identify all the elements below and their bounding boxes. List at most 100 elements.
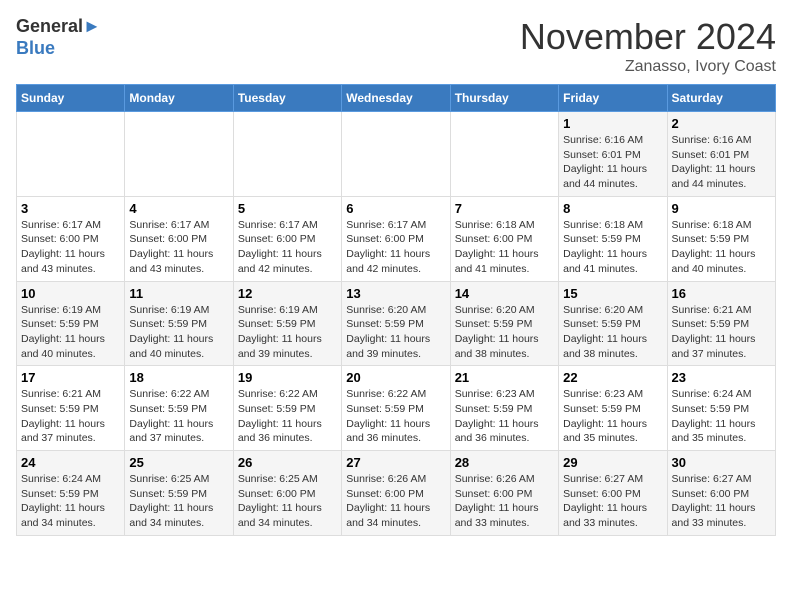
calendar-cell: 26 Sunrise: 6:25 AM Sunset: 6:00 PM Dayli… [233,451,341,536]
calendar-cell: 3 Sunrise: 6:17 AM Sunset: 6:00 PM Daylig… [17,196,125,281]
calendar-cell [450,112,558,197]
calendar-cell: 24 Sunrise: 6:24 AM Sunset: 5:59 PM Dayli… [17,451,125,536]
day-info: Sunrise: 6:18 AM Sunset: 5:59 PM Dayligh… [672,218,771,277]
calendar-cell: 16 Sunrise: 6:21 AM Sunset: 5:59 PM Dayli… [667,281,775,366]
calendar-cell: 11 Sunrise: 6:19 AM Sunset: 5:59 PM Dayli… [125,281,233,366]
day-info: Sunrise: 6:16 AM Sunset: 6:01 PM Dayligh… [563,133,662,192]
day-number: 21 [455,370,554,385]
day-info: Sunrise: 6:21 AM Sunset: 5:59 PM Dayligh… [21,387,120,446]
day-number: 28 [455,455,554,470]
day-info: Sunrise: 6:25 AM Sunset: 6:00 PM Dayligh… [238,472,337,531]
day-info: Sunrise: 6:27 AM Sunset: 6:00 PM Dayligh… [563,472,662,531]
day-number: 17 [21,370,120,385]
calendar-cell: 17 Sunrise: 6:21 AM Sunset: 5:59 PM Dayli… [17,366,125,451]
calendar-table: SundayMondayTuesdayWednesdayThursdayFrid… [16,84,776,536]
day-number: 30 [672,455,771,470]
day-info: Sunrise: 6:17 AM Sunset: 6:00 PM Dayligh… [238,218,337,277]
month-title: November 2024 [520,16,776,58]
calendar-cell: 12Sunrise: 6:19 AM Sunset: 5:59 PM Dayli… [233,281,341,366]
calendar-cell: 13 Sunrise: 6:20 AM Sunset: 5:59 PM Dayli… [342,281,450,366]
day-number: 29 [563,455,662,470]
weekday-header: Monday [125,85,233,112]
day-info: Sunrise: 6:20 AM Sunset: 5:59 PM Dayligh… [455,303,554,362]
day-info: Sunrise: 6:20 AM Sunset: 5:59 PM Dayligh… [346,303,445,362]
day-info: Sunrise: 6:27 AM Sunset: 6:00 PM Dayligh… [672,472,771,531]
calendar-cell [17,112,125,197]
day-number: 14 [455,286,554,301]
day-info: Sunrise: 6:24 AM Sunset: 5:59 PM Dayligh… [672,387,771,446]
day-number: 3 [21,201,120,216]
calendar-cell: 14 Sunrise: 6:20 AM Sunset: 5:59 PM Dayli… [450,281,558,366]
weekday-header: Thursday [450,85,558,112]
calendar-cell: 1 Sunrise: 6:16 AM Sunset: 6:01 PM Daylig… [559,112,667,197]
calendar-cell: 30 Sunrise: 6:27 AM Sunset: 6:00 PM Dayli… [667,451,775,536]
weekday-header-row: SundayMondayTuesdayWednesdayThursdayFrid… [17,85,776,112]
weekday-header: Tuesday [233,85,341,112]
day-number: 20 [346,370,445,385]
day-number: 26 [238,455,337,470]
day-info: Sunrise: 6:17 AM Sunset: 6:00 PM Dayligh… [21,218,120,277]
day-number: 15 [563,286,662,301]
day-number: 11 [129,286,228,301]
day-number: 18 [129,370,228,385]
day-info: Sunrise: 6:19 AM Sunset: 5:59 PM Dayligh… [129,303,228,362]
calendar-cell: 21Sunrise: 6:23 AM Sunset: 5:59 PM Dayli… [450,366,558,451]
day-info: Sunrise: 6:16 AM Sunset: 6:01 PM Dayligh… [672,133,771,192]
title-block: November 2024 Zanasso, Ivory Coast [520,16,776,76]
calendar-week-row: 1 Sunrise: 6:16 AM Sunset: 6:01 PM Daylig… [17,112,776,197]
calendar-cell: 8 Sunrise: 6:18 AM Sunset: 5:59 PM Daylig… [559,196,667,281]
calendar-cell: 28 Sunrise: 6:26 AM Sunset: 6:00 PM Dayli… [450,451,558,536]
day-info: Sunrise: 6:20 AM Sunset: 5:59 PM Dayligh… [563,303,662,362]
day-info: Sunrise: 6:22 AM Sunset: 5:59 PM Dayligh… [346,387,445,446]
day-info: Sunrise: 6:25 AM Sunset: 5:59 PM Dayligh… [129,472,228,531]
day-info: Sunrise: 6:17 AM Sunset: 6:00 PM Dayligh… [129,218,228,277]
calendar-cell: 7 Sunrise: 6:18 AM Sunset: 6:00 PM Daylig… [450,196,558,281]
day-number: 12 [238,286,337,301]
day-number: 10 [21,286,120,301]
day-info: Sunrise: 6:22 AM Sunset: 5:59 PM Dayligh… [238,387,337,446]
location: Zanasso, Ivory Coast [520,58,776,76]
day-number: 6 [346,201,445,216]
day-number: 7 [455,201,554,216]
day-number: 2 [672,116,771,131]
weekday-header: Wednesday [342,85,450,112]
calendar-cell: 27 Sunrise: 6:26 AM Sunset: 6:00 PM Dayli… [342,451,450,536]
calendar-cell [233,112,341,197]
calendar-cell: 18 Sunrise: 6:22 AM Sunset: 5:59 PM Dayli… [125,366,233,451]
logo: General► Blue [16,16,101,59]
calendar-cell: 25Sunrise: 6:25 AM Sunset: 5:59 PM Dayli… [125,451,233,536]
calendar-cell: 23 Sunrise: 6:24 AM Sunset: 5:59 PM Dayli… [667,366,775,451]
day-number: 1 [563,116,662,131]
day-number: 23 [672,370,771,385]
day-number: 27 [346,455,445,470]
calendar-cell: 2 Sunrise: 6:16 AM Sunset: 6:01 PM Daylig… [667,112,775,197]
calendar-week-row: 24 Sunrise: 6:24 AM Sunset: 5:59 PM Dayli… [17,451,776,536]
day-info: Sunrise: 6:22 AM Sunset: 5:59 PM Dayligh… [129,387,228,446]
weekday-header: Sunday [17,85,125,112]
calendar-cell [342,112,450,197]
day-number: 19 [238,370,337,385]
day-info: Sunrise: 6:21 AM Sunset: 5:59 PM Dayligh… [672,303,771,362]
calendar-cell: 22 Sunrise: 6:23 AM Sunset: 5:59 PM Dayli… [559,366,667,451]
day-number: 4 [129,201,228,216]
day-number: 13 [346,286,445,301]
calendar-week-row: 10 Sunrise: 6:19 AM Sunset: 5:59 PM Dayli… [17,281,776,366]
calendar-cell: 19 Sunrise: 6:22 AM Sunset: 5:59 PM Dayli… [233,366,341,451]
day-number: 16 [672,286,771,301]
day-number: 8 [563,201,662,216]
calendar-cell: 6 Sunrise: 6:17 AM Sunset: 6:00 PM Daylig… [342,196,450,281]
calendar-cell: 10Sunrise: 6:19 AM Sunset: 5:59 PM Dayli… [17,281,125,366]
day-number: 24 [21,455,120,470]
day-number: 22 [563,370,662,385]
day-info: Sunrise: 6:26 AM Sunset: 6:00 PM Dayligh… [455,472,554,531]
calendar-week-row: 17 Sunrise: 6:21 AM Sunset: 5:59 PM Dayli… [17,366,776,451]
weekday-header: Friday [559,85,667,112]
day-info: Sunrise: 6:23 AM Sunset: 5:59 PM Dayligh… [563,387,662,446]
calendar-cell: 20 Sunrise: 6:22 AM Sunset: 5:59 PM Dayli… [342,366,450,451]
day-info: Sunrise: 6:17 AM Sunset: 6:00 PM Dayligh… [346,218,445,277]
day-info: Sunrise: 6:26 AM Sunset: 6:00 PM Dayligh… [346,472,445,531]
day-info: Sunrise: 6:24 AM Sunset: 5:59 PM Dayligh… [21,472,120,531]
weekday-header: Saturday [667,85,775,112]
day-info: Sunrise: 6:18 AM Sunset: 5:59 PM Dayligh… [563,218,662,277]
day-info: Sunrise: 6:18 AM Sunset: 6:00 PM Dayligh… [455,218,554,277]
